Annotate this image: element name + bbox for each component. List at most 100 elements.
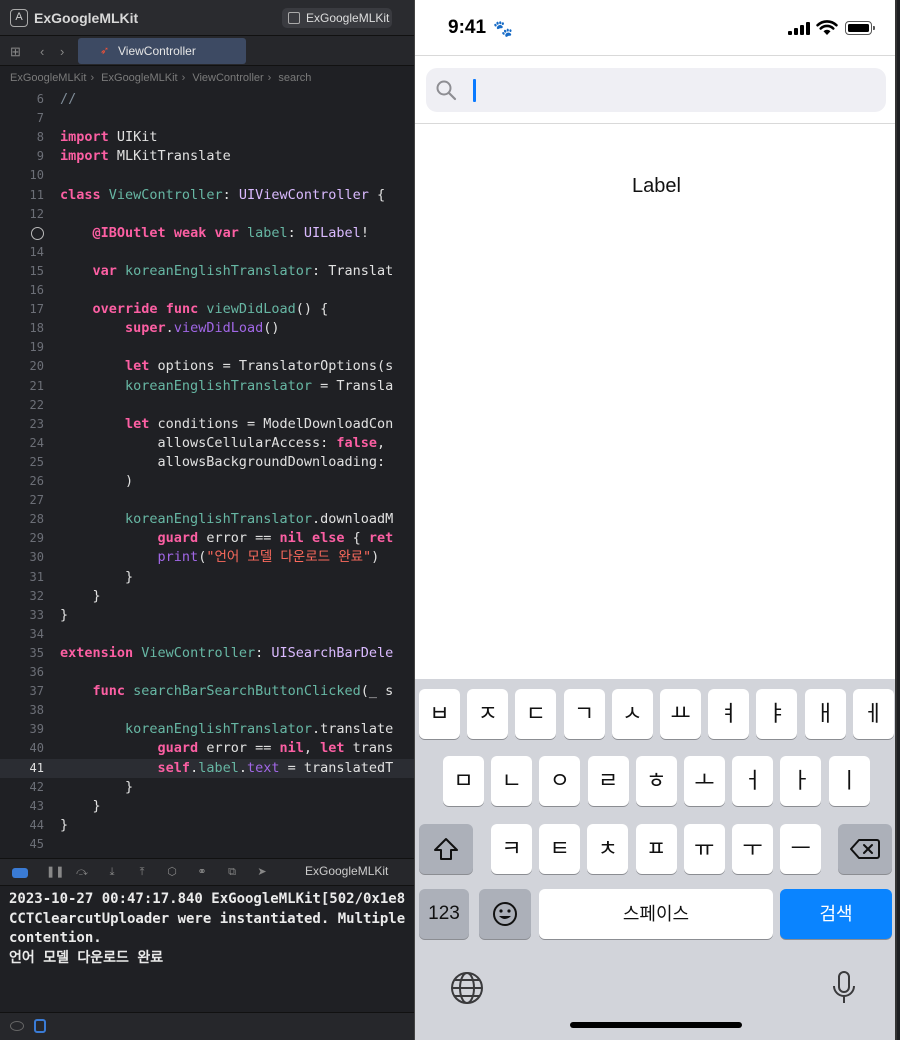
key-ㄹ[interactable]: ㄹ [587, 756, 629, 806]
code-line[interactable]: 29 guard error == nil else { ret [0, 529, 420, 548]
key-ㅊ[interactable]: ㅊ [587, 824, 629, 874]
line-number[interactable]: 6 [0, 90, 44, 109]
code-line[interactable]: 14 [0, 243, 420, 262]
breadcrumb-symbol[interactable]: search [278, 72, 311, 84]
shift-key[interactable] [419, 824, 473, 874]
line-number[interactable]: 43 [0, 797, 44, 816]
key-ㄴ[interactable]: ㄴ [491, 756, 533, 806]
code-line[interactable]: 7 [0, 109, 420, 128]
line-number[interactable]: 9 [0, 147, 44, 166]
line-number[interactable]: 11 [0, 186, 44, 205]
code-line[interactable]: 42 } [0, 778, 420, 797]
line-number[interactable]: 14 [0, 243, 44, 262]
line-number[interactable]: 42 [0, 778, 44, 797]
code-line[interactable]: 35 extension ViewController: UISearchBarD… [0, 644, 420, 663]
line-number[interactable]: 39 [0, 720, 44, 739]
key-ㅎ[interactable]: ㅎ [635, 756, 677, 806]
code-line[interactable]: 37 func searchBarSearchButtonClicked(_ s [0, 682, 420, 701]
line-number[interactable]: 16 [0, 281, 44, 300]
code-line[interactable]: 8 import UIKit [0, 128, 420, 147]
key-ㅔ[interactable]: ㅔ [852, 689, 894, 739]
line-number[interactable]: 35 [0, 644, 44, 663]
key-ㅡ[interactable]: ㅡ [780, 824, 822, 874]
code-line[interactable]: 28 koreanEnglishTranslator.downloadM [0, 510, 420, 529]
code-line[interactable]: 32 } [0, 587, 420, 606]
key-ㅏ[interactable]: ㅏ [780, 756, 822, 806]
code-line[interactable]: 34 [0, 625, 420, 644]
line-number[interactable]: 40 [0, 739, 44, 758]
key-ㅓ[interactable]: ㅓ [732, 756, 774, 806]
forward-arrow-icon[interactable]: › [60, 44, 64, 59]
line-number[interactable]: 15 [0, 262, 44, 281]
memory-graph-icon[interactable]: ⚭ [196, 866, 208, 878]
code-line[interactable]: 25 allowsBackgroundDownloading: [0, 453, 420, 472]
code-line[interactable]: 9 import MLKitTranslate [0, 147, 420, 166]
globe-icon[interactable] [450, 971, 484, 1005]
line-number[interactable]: 41 [0, 759, 44, 778]
numbers-key[interactable]: 123 [419, 889, 469, 939]
key-ㅅ[interactable]: ㅅ [611, 689, 653, 739]
scheme-selector[interactable]: ExGoogleMLKit [282, 8, 392, 28]
key-ㅕ[interactable]: ㅕ [708, 689, 750, 739]
key-ㅐ[interactable]: ㅐ [804, 689, 846, 739]
space-key[interactable]: 스페이스 [539, 889, 773, 939]
variables-view-icon[interactable] [34, 1019, 46, 1033]
line-number[interactable]: 31 [0, 568, 44, 587]
code-line[interactable]: 30 print("언어 모델 다운로드 완료") [0, 548, 420, 567]
code-line[interactable]: 24 allowsCellularAccess: false, [0, 434, 420, 453]
code-line[interactable]: 12 [0, 205, 420, 224]
key-ㄱ[interactable]: ㄱ [563, 689, 605, 739]
key-ㅋ[interactable]: ㅋ [491, 824, 532, 874]
key-ㅍ[interactable]: ㅍ [635, 824, 677, 874]
environment-icon[interactable]: ⧉ [226, 866, 238, 878]
location-icon[interactable]: ➤ [256, 866, 268, 878]
code-line[interactable]: @IBOutlet weak var label: UILabel! [0, 224, 420, 243]
code-line[interactable]: 27 [0, 491, 420, 510]
code-line[interactable]: 16 [0, 281, 420, 300]
code-line[interactable]: 40 guard error == nil, let trans [0, 739, 420, 758]
code-line[interactable]: 6 // [0, 90, 420, 109]
microphone-icon[interactable] [831, 970, 857, 1006]
eye-icon[interactable] [10, 1021, 24, 1031]
breadcrumb-file[interactable]: ViewController [192, 72, 263, 84]
line-number[interactable]: 33 [0, 606, 44, 625]
breadcrumb-project[interactable]: ExGoogleMLKit [10, 72, 86, 84]
step-out-icon[interactable]: ⤒ [136, 866, 148, 878]
code-line[interactable]: 44} [0, 816, 420, 835]
outlet-connection-icon[interactable] [31, 226, 44, 240]
grid-icon[interactable]: ⊞ [10, 44, 21, 60]
key-ㅑ[interactable]: ㅑ [756, 689, 798, 739]
code-line[interactable]: 22 [0, 396, 420, 415]
code-line[interactable]: 11 class ViewController: UIViewController… [0, 186, 420, 205]
backspace-key[interactable] [838, 824, 892, 874]
code-line[interactable]: 17 override func viewDidLoad() { [0, 300, 420, 319]
code-line[interactable]: 10 [0, 166, 420, 185]
code-line[interactable]: 41 self.label.text = translatedT [0, 758, 420, 778]
key-ㅁ[interactable]: ㅁ [443, 756, 484, 806]
code-line[interactable]: 45 [0, 835, 420, 854]
line-number[interactable]: 36 [0, 663, 44, 682]
code-line[interactable]: 21 koreanEnglishTranslator = Transla [0, 377, 420, 396]
line-number[interactable]: 29 [0, 529, 44, 548]
key-ㅠ[interactable]: ㅠ [683, 824, 725, 874]
code-line[interactable]: 23 let conditions = ModelDownloadCon [0, 415, 420, 434]
view-hierarchy-icon[interactable]: ⬡ [166, 866, 178, 878]
line-number[interactable]: 17 [0, 300, 44, 319]
line-number[interactable]: 25 [0, 453, 44, 472]
code-line[interactable]: 26 ) [0, 472, 420, 491]
breadcrumb-folder[interactable]: ExGoogleMLKit [101, 72, 177, 84]
key-ㅇ[interactable]: ㅇ [539, 756, 581, 806]
line-number[interactable]: 12 [0, 205, 44, 224]
code-line[interactable]: 43 } [0, 797, 420, 816]
line-number[interactable]: 37 [0, 682, 44, 701]
code-line[interactable]: 33} [0, 606, 420, 625]
line-number[interactable]: 24 [0, 434, 44, 453]
line-number[interactable]: 38 [0, 701, 44, 720]
line-number[interactable]: 19 [0, 338, 44, 357]
code-editor[interactable]: 6 // 7 8 import UIKit 9 import MLKitTranslate 1… [0, 90, 420, 858]
line-number[interactable]: 20 [0, 357, 44, 376]
step-over-icon[interactable]: ⤼ [76, 866, 88, 878]
line-number[interactable]: 23 [0, 415, 44, 434]
line-number[interactable]: 44 [0, 816, 44, 835]
line-number[interactable]: 10 [0, 166, 44, 185]
